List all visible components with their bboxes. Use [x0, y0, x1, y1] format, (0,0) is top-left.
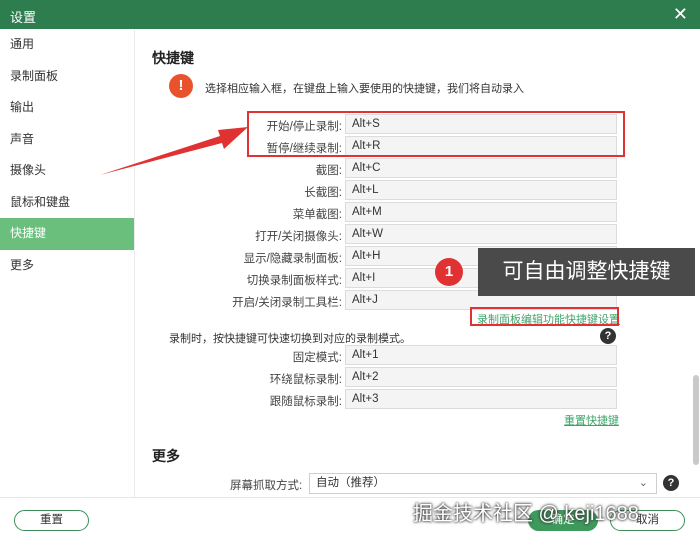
annotation-badge: 1	[435, 258, 463, 286]
annotation-callout: 可自由调整快捷键	[478, 248, 695, 296]
watermark: 掘金技术社区 @ keji1688	[413, 503, 639, 525]
